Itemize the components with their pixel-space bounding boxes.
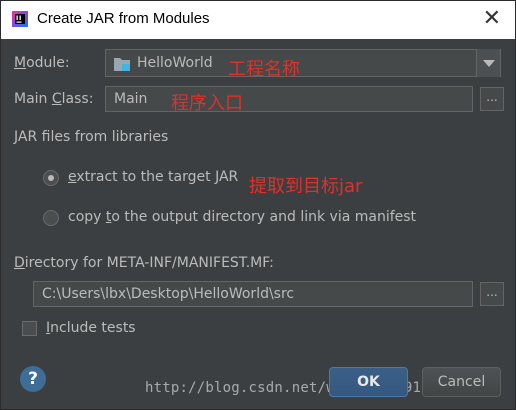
module-label: Module: (14, 55, 70, 71)
copy-radio[interactable] (43, 210, 59, 226)
manifest-directory-label: Directory for META-INF/MANIFEST.MF: (14, 255, 274, 271)
module-combobox[interactable]: HelloWorld (105, 49, 501, 77)
help-icon[interactable]: ? (20, 366, 46, 392)
copy-radio-label[interactable]: copy to the output directory and link vi… (68, 209, 416, 225)
chevron-down-icon[interactable] (476, 49, 500, 77)
main-class-browse-button[interactable]: ... (480, 87, 504, 111)
watermark-text: http://blog.csdn.net/weixin_36910300 (145, 380, 456, 396)
extract-radio-label[interactable]: extract to the target JAR (68, 169, 238, 185)
module-value: HelloWorld (137, 55, 213, 71)
dialog-window: Create JAR from Modules ✕ Module: HelloW… (0, 0, 516, 410)
extract-radio[interactable] (43, 170, 59, 186)
title-bar: Create JAR from Modules ✕ (1, 1, 515, 39)
main-class-input[interactable]: Main (105, 86, 473, 112)
main-class-annotation: 程序入口 (171, 93, 243, 114)
intellij-idea-icon (12, 11, 28, 27)
manifest-directory-input[interactable]: C:\Users\lbx\Desktop\HelloWorld\src (33, 281, 473, 307)
main-class-label: Main Class: (14, 91, 94, 107)
libraries-group-label: JAR files from libraries (14, 129, 169, 145)
cancel-button[interactable]: Cancel (422, 367, 501, 397)
extract-annotation: 提取到目标jar (249, 176, 363, 197)
main-class-value: Main (114, 91, 148, 107)
folder-module-icon (114, 58, 130, 71)
ok-button[interactable]: OK (329, 367, 408, 397)
manifest-browse-button[interactable]: ... (480, 282, 504, 306)
dialog-title: Create JAR from Modules (37, 10, 210, 27)
manifest-directory-value: C:\Users\lbx\Desktop\HelloWorld\src (42, 286, 295, 302)
close-icon[interactable]: ✕ (483, 7, 501, 31)
module-annotation: 工程名称 (228, 59, 300, 80)
include-tests-label[interactable]: Include tests (46, 320, 136, 336)
include-tests-checkbox[interactable] (22, 321, 37, 336)
